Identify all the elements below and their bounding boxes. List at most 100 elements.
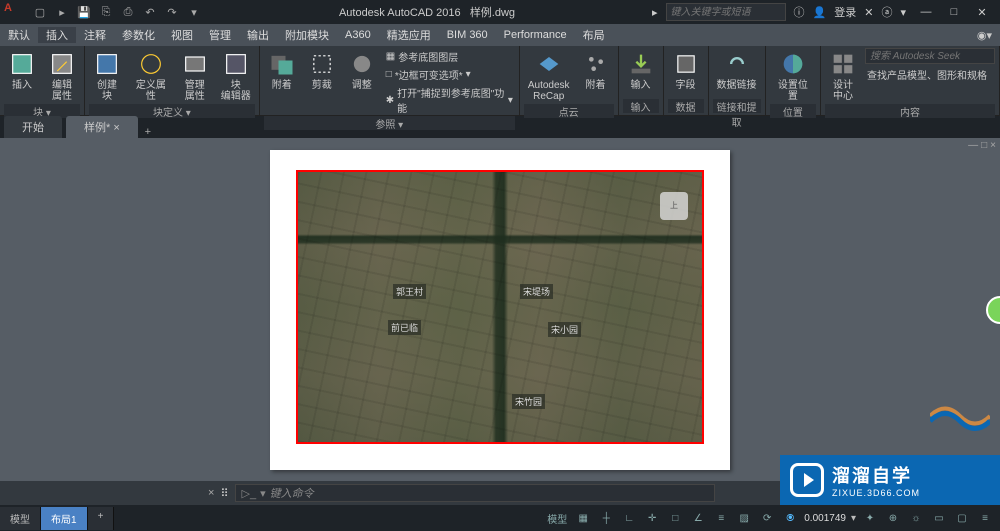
tab-manage[interactable]: 管理 [201, 27, 239, 43]
define-attribute-button[interactable]: 定义属性 [129, 48, 173, 104]
drawing-area[interactable]: —□× 上 郭王村 宋堤场 前已临 宋小园 宋竹园 [0, 138, 1000, 481]
insert-button[interactable]: 插入 [4, 48, 40, 93]
isolate-icon[interactable]: ▭ [930, 509, 948, 527]
transparency-icon[interactable]: ▨ [735, 509, 753, 527]
login-label[interactable]: 登录 [834, 4, 856, 20]
nav-wheel-icon[interactable] [986, 296, 1000, 324]
cmdline-handle-icon[interactable]: ⠿ [220, 487, 228, 500]
viewport[interactable]: 上 郭王村 宋堤场 前已临 宋小园 宋竹园 [296, 170, 704, 444]
command-input[interactable]: ▷_▾ 键入命令 [235, 484, 715, 502]
start-tab[interactable]: 开始 [4, 116, 62, 138]
panel-blockdef: 创建块 定义属性 管理 属性 块 编辑器 块定义 ▾ [85, 46, 260, 115]
panel-data: 字段 数据 [664, 46, 709, 115]
snap-icon[interactable]: ┼ [597, 509, 615, 527]
attach-pc-button[interactable]: 附着 [578, 48, 614, 93]
underlay-layers-row[interactable]: ▦ 参考底图图层 [384, 48, 515, 65]
model-paper-toggle[interactable]: 模型 [545, 509, 569, 527]
quick-access-toolbar: ▢ ▸ 💾 ⎘ ⎙ ↶ ↷ ▾ [32, 4, 202, 20]
model-tab[interactable]: 模型 [0, 507, 41, 530]
tab-addins[interactable]: 附加模块 [277, 27, 337, 43]
tab-featured[interactable]: 精选应用 [379, 27, 439, 43]
cycling-icon[interactable]: ⟳ [758, 509, 776, 527]
tab-bim360[interactable]: BIM 360 [439, 29, 496, 41]
tab-default[interactable]: 默认 [0, 27, 38, 43]
recap-button[interactable]: Autodesk ReCap [524, 48, 574, 104]
aerial-underlay-image: 上 郭王村 宋堤场 前已临 宋小园 宋竹园 [298, 172, 702, 442]
tab-layout[interactable]: 布局 [575, 27, 613, 43]
view-cube[interactable]: 上 [660, 192, 688, 220]
user-icon[interactable]: 👤 [813, 6, 827, 19]
tab-performance[interactable]: Performance [496, 29, 575, 41]
qat-dropdown-icon[interactable]: ▾ [186, 4, 202, 20]
hardware-accel-icon[interactable]: ☼ [907, 509, 925, 527]
cmdline-close-icon[interactable]: × [208, 487, 214, 499]
search-icon: ▸ [652, 6, 658, 19]
a360-icon[interactable]: ⓐ [881, 4, 892, 20]
help-dropdown-icon[interactable]: ▾ [900, 6, 906, 19]
tab-a360[interactable]: A360 [337, 29, 379, 41]
osnap-icon[interactable]: □ [666, 509, 684, 527]
clip-button[interactable]: 剪裁 [304, 48, 340, 93]
otrack-icon[interactable]: ∠ [689, 509, 707, 527]
save-icon[interactable]: 💾 [76, 4, 92, 20]
map-label: 宋堤场 [520, 284, 553, 299]
map-label: 前已临 [388, 320, 421, 335]
panel-pointcloud: Autodesk ReCap 附着 点云 [520, 46, 619, 115]
print-icon[interactable]: ⎙ [120, 4, 136, 20]
undo-icon[interactable]: ↶ [142, 4, 158, 20]
add-layout-button[interactable]: + [88, 507, 115, 530]
panel-title: 链接和提取 [713, 99, 761, 113]
design-center-button[interactable]: 设计 中心 [825, 48, 861, 104]
new-icon[interactable]: ▢ [32, 4, 48, 20]
import-button[interactable]: 输入 [623, 48, 659, 93]
info-icon[interactable]: ⓘ [794, 4, 805, 20]
customize-icon[interactable]: ≡ [976, 509, 994, 527]
annotation-monitor-icon[interactable]: ⊕ [884, 509, 902, 527]
clean-screen-icon[interactable]: ▢ [953, 509, 971, 527]
polar-icon[interactable]: ✛ [643, 509, 661, 527]
panel-title: 内容 [825, 104, 995, 118]
help-search-input[interactable] [666, 3, 786, 21]
create-block-button[interactable]: 创建块 [89, 48, 125, 104]
edit-attribute-button[interactable]: 编辑 属性 [44, 48, 80, 104]
tab-view[interactable]: 视图 [163, 27, 201, 43]
tab-output[interactable]: 输出 [239, 27, 277, 43]
tab-close-icon[interactable]: × [113, 122, 119, 134]
seek-description: 查找产品模型、图形和规格 [865, 66, 995, 83]
workspace-switch-icon[interactable]: ✦ [861, 509, 879, 527]
layout1-tab[interactable]: 布局1 [41, 507, 88, 530]
app-logo: A [4, 2, 24, 22]
tab-annotate[interactable]: 注释 [76, 27, 114, 43]
open-icon[interactable]: ▸ [54, 4, 70, 20]
ribbon-tabs: 默认 插入 注释 参数化 视图 管理 输出 附加模块 A360 精选应用 BIM… [0, 24, 1000, 46]
tab-insert[interactable]: 插入 [38, 27, 76, 43]
field-button[interactable]: 字段 [668, 48, 704, 93]
seek-search-input[interactable] [865, 48, 995, 64]
viewport-window-controls[interactable]: —□× [968, 140, 996, 151]
block-editor-button[interactable]: 块 编辑器 [217, 48, 255, 104]
set-location-button[interactable]: 设置位置 [770, 48, 816, 104]
annotation-scale[interactable]: 0.001749 [804, 513, 846, 524]
annoscale-icon[interactable]: 🞊 [781, 509, 799, 527]
panel-title: 数据 [668, 99, 704, 113]
saveas-icon[interactable]: ⎘ [98, 4, 114, 20]
manage-attribute-button[interactable]: 管理 属性 [177, 48, 213, 104]
close-button[interactable]: ✕ [970, 6, 994, 19]
adjust-button[interactable]: 调整 [344, 48, 380, 93]
datalink-button[interactable]: 数据链接 [713, 48, 761, 93]
ribbon-settings-icon[interactable]: ◉▾ [977, 29, 992, 42]
grid-icon[interactable]: ▦ [574, 509, 592, 527]
frame-options-row[interactable]: □ *边框可变选项*▾ [384, 66, 515, 83]
drawing-tab[interactable]: 样例* × [66, 116, 138, 138]
tab-parametric[interactable]: 参数化 [114, 27, 163, 43]
maximize-button[interactable]: □ [942, 6, 966, 19]
redo-icon[interactable]: ↷ [164, 4, 180, 20]
titlebar: A ▢ ▸ 💾 ⎘ ⎙ ↶ ↷ ▾ Autodesk AutoCAD 2016 … [0, 0, 1000, 24]
attach-button[interactable]: 附着 [264, 48, 300, 93]
lineweight-icon[interactable]: ≡ [712, 509, 730, 527]
exchange-icon[interactable]: ✕ [864, 6, 873, 19]
add-tab-button[interactable]: + [138, 126, 158, 138]
snap-underlay-row[interactable]: ✱ 打开"捕捉到参考底图"功能▾ [384, 84, 515, 116]
ortho-icon[interactable]: ∟ [620, 509, 638, 527]
minimize-button[interactable]: — [914, 6, 938, 19]
